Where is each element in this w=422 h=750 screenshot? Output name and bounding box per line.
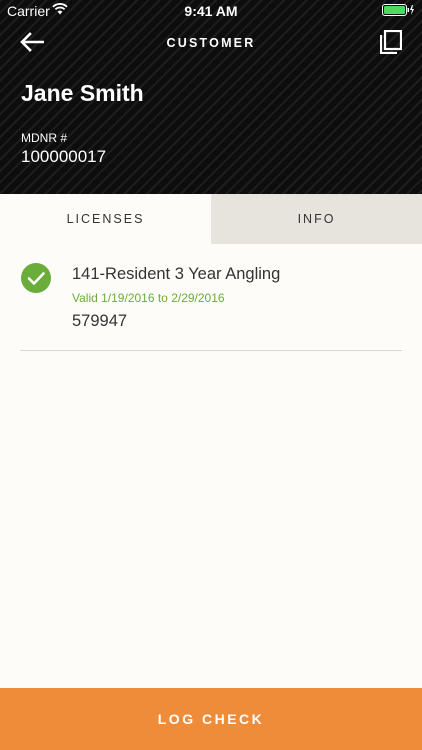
customer-id-value: 100000017 [21,147,107,166]
tab-bar: LICENSES INFO [0,194,422,244]
customer-id-label: MDNR # [21,131,68,145]
tab-info[interactable]: INFO [211,194,422,244]
battery-icon [382,4,414,16]
customer-name: Jane Smith [21,80,144,106]
customer-header: Carrier 9:41 AM CUSTOMER Jane Smith MDNR… [0,0,422,194]
license-number: 579947 [72,312,128,330]
license-list-item[interactable]: 141-Resident 3 Year Angling Valid 1/19/2… [20,244,402,351]
license-validity: Valid 1/19/2016 to 2/29/2016 [72,291,225,305]
tab-licenses[interactable]: LICENSES [0,194,211,244]
check-circle-icon [21,263,51,293]
status-bar: Carrier 9:41 AM [0,0,422,22]
copy-icon[interactable] [380,30,402,54]
nav-bar: CUSTOMER [0,24,422,64]
license-name: 141-Resident 3 Year Angling [72,265,281,283]
log-check-button[interactable]: LOG CHECK [0,688,422,750]
page-title: CUSTOMER [166,36,256,50]
clock: 9:41 AM [184,3,238,19]
